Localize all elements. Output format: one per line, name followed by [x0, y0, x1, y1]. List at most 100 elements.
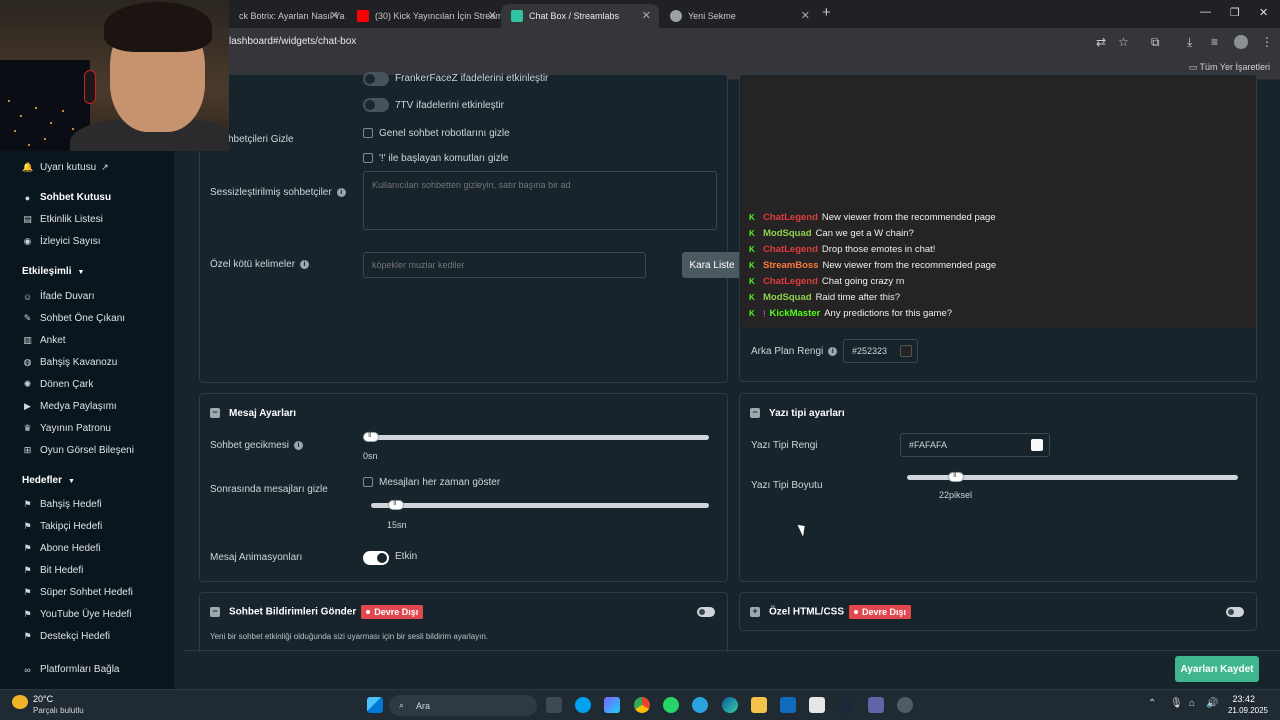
sidebar-item-tip-goal[interactable]: ⚑ Bahşiş Hedefi [22, 499, 101, 510]
seventv-toggle[interactable] [363, 98, 389, 112]
sidebar-item-label: Sohbet Kutusu [40, 192, 112, 203]
tab-new-tab[interactable]: Yeni Sekme ✕ [660, 4, 818, 28]
chat-username: ChatLegend [763, 244, 818, 255]
tab-title: ck Botrix: Ayarları Nasıl Ya [239, 11, 345, 21]
hide-commands-checkbox[interactable] [363, 153, 373, 163]
sidebar-item-label: Platformları Bağla [40, 664, 120, 675]
sidebar-item-poll[interactable]: ▥ Anket [22, 335, 65, 346]
sidebar-item-supporter-goal[interactable]: ⚑ Destekçi Hedefi [22, 631, 110, 642]
hide-after-slider-knob[interactable] [388, 498, 404, 510]
sidebar-item-chat-highlight[interactable]: ✎ Sohbet Öne Çıkanı [22, 313, 125, 324]
url-text[interactable]: lashboard#/widgets/chat-box [229, 36, 356, 47]
sidebar-item-spin-wheel[interactable]: ✺ Dönen Çark [22, 379, 94, 390]
edge-icon[interactable] [722, 697, 738, 713]
skype-icon[interactable] [575, 697, 591, 713]
all-bookmarks[interactable]: ▭ Tüm Yer İşaretleri [1189, 62, 1270, 73]
outlook-icon[interactable] [780, 697, 796, 713]
chat-delay-slider-track[interactable] [363, 435, 709, 440]
blacklist-button[interactable]: Kara Liste [682, 252, 742, 278]
close-icon[interactable]: ✕ [488, 9, 497, 22]
weather-icon[interactable] [12, 695, 28, 709]
font-color-swatch[interactable] [1031, 439, 1043, 451]
more-menu-icon[interactable]: ⋮ [1261, 35, 1273, 49]
font-settings-header[interactable]: − Yazı tipi ayarları [750, 408, 845, 419]
message-settings-header[interactable]: − Mesaj Ayarları [210, 408, 296, 419]
file-explorer-icon[interactable] [751, 697, 767, 713]
custom-css-header[interactable]: + Özel HTML/CSS Devre Dışı [750, 605, 912, 619]
minimize-icon[interactable]: — [1200, 6, 1211, 18]
weather-temperature[interactable]: 20°C [33, 694, 53, 704]
sidebar-item-label: Etkinlik Listesi [40, 214, 103, 225]
sidebar-item-media-share[interactable]: ▶ Medya Paylaşımı [22, 401, 117, 412]
sidebar-item-viewer-count[interactable]: ◉ İzleyici Sayısı [22, 236, 101, 247]
sidebar-item-alert-box[interactable]: 🔔 Uyarı kutusu ↗ [22, 162, 109, 173]
close-icon[interactable]: ✕ [330, 9, 339, 22]
info-icon[interactable]: i [828, 346, 838, 356]
font-size-slider-knob[interactable] [948, 470, 964, 482]
ffz-toggle[interactable] [363, 72, 389, 86]
sidebar-item-emote-wall[interactable]: ☺ İfade Duvarı [22, 291, 95, 302]
download-icon[interactable]: ⤓ [1187, 35, 1192, 50]
info-icon[interactable]: i [300, 259, 310, 269]
hide-bots-checkbox[interactable] [363, 128, 373, 138]
volume-icon[interactable]: 🔊 [1206, 698, 1218, 709]
info-icon[interactable]: i [293, 440, 303, 450]
task-view-icon[interactable] [546, 697, 562, 713]
clock-date[interactable]: 21.09.2025 [1228, 706, 1268, 715]
restore-icon[interactable]: ❐ [1230, 6, 1240, 19]
sidebar-item-bit-goal[interactable]: ⚑ Bit Hedefi [22, 565, 83, 576]
window-close-icon[interactable]: ✕ [1259, 6, 1268, 19]
tray-overflow-icon[interactable]: ⌃ [1148, 698, 1156, 709]
weather-description[interactable]: Parçalı bulutlu [33, 706, 84, 715]
tab-botrix[interactable]: ck Botrix: Ayarları Nasıl Ya ✕ [229, 4, 347, 28]
windows-start-icon[interactable] [367, 697, 383, 713]
bookmark-star-icon[interactable]: ☆ [1118, 35, 1129, 49]
chat-notifications-header[interactable]: − Sohbet Bildirimleri Gönder Devre Dışı [210, 605, 424, 619]
new-tab-icon[interactable]: + [822, 4, 831, 21]
translate-icon[interactable]: ⇄ [1096, 35, 1106, 49]
info-icon[interactable]: i [336, 187, 346, 197]
sidebar-group-goals[interactable]: Hedefler ▼ [22, 475, 75, 486]
steam-icon[interactable] [838, 697, 854, 713]
taskbar-search[interactable]: ⌕ Ara [389, 695, 537, 716]
close-icon[interactable]: ✕ [642, 9, 651, 22]
microphone-icon[interactable]: 🎙 [1170, 698, 1183, 709]
save-settings-button[interactable]: Ayarları Kaydet [1175, 656, 1259, 682]
chat-notifications-toggle[interactable] [697, 607, 715, 617]
chat-delay-slider-knob[interactable] [363, 430, 379, 442]
custom-badwords-input[interactable] [363, 252, 646, 278]
obs-icon[interactable] [897, 697, 913, 713]
always-show-checkbox[interactable] [363, 477, 373, 487]
store-icon[interactable] [809, 697, 825, 713]
sidebar-item-event-list[interactable]: ▤ Etkinlik Listesi [22, 214, 103, 225]
sidebar-item-stream-boss[interactable]: ♛ Yayının Patronu [22, 423, 111, 434]
sidebar-group-engagement[interactable]: Etkileşimli ▼ [22, 266, 84, 277]
sidebar-item-tip-jar[interactable]: ◍ Bahşiş Kavanozu [22, 357, 118, 368]
muted-chatters-input[interactable] [363, 171, 717, 230]
custom-css-toggle[interactable] [1226, 607, 1244, 617]
sidebar-item-chat-box[interactable]: ● Sohbet Kutusu [22, 192, 111, 203]
clock-time[interactable]: 23:42 [1232, 694, 1255, 704]
sidebar-item-youtube-member-goal[interactable]: ⚑ YouTube Üye Hedefi [22, 609, 131, 620]
telegram-icon[interactable] [692, 697, 708, 713]
sidebar-item-follower-goal[interactable]: ⚑ Takipçi Hedefi [22, 521, 102, 532]
sidebar-item-connect-platforms[interactable]: ∞ Platformları Bağla [22, 664, 119, 675]
media-control-icon[interactable]: ≡ [1211, 35, 1218, 49]
sidebar-item-superchat-goal[interactable]: ⚑ Süper Sohbet Hedefi [22, 587, 132, 598]
hide-after-slider-track[interactable] [371, 503, 709, 508]
message-animation-toggle[interactable] [363, 551, 389, 565]
font-color-input[interactable]: #FAFAFA [900, 433, 1050, 457]
profile-avatar-icon[interactable] [1234, 35, 1248, 49]
extensions-icon[interactable]: ⧉ [1151, 35, 1160, 50]
network-icon[interactable]: ⌂ [1189, 698, 1195, 709]
sidebar-item-game-widget[interactable]: ⊞ Oyun Görsel Bileşeni [22, 445, 134, 456]
tab-youtube[interactable]: (30) Kick Yayıncıları İçin Stream ✕ [347, 4, 505, 28]
bg-color-swatch[interactable] [900, 345, 912, 357]
copilot-icon[interactable] [604, 697, 620, 713]
teams-icon[interactable] [868, 697, 884, 713]
whatsapp-icon[interactable] [663, 697, 679, 713]
chrome-taskbar-icon[interactable] [634, 697, 650, 713]
sidebar-item-sub-goal[interactable]: ⚑ Abone Hedefi [22, 543, 100, 554]
tab-streamlabs-chatbox[interactable]: Chat Box / Streamlabs ✕ [501, 4, 659, 28]
close-icon[interactable]: ✕ [801, 9, 810, 22]
